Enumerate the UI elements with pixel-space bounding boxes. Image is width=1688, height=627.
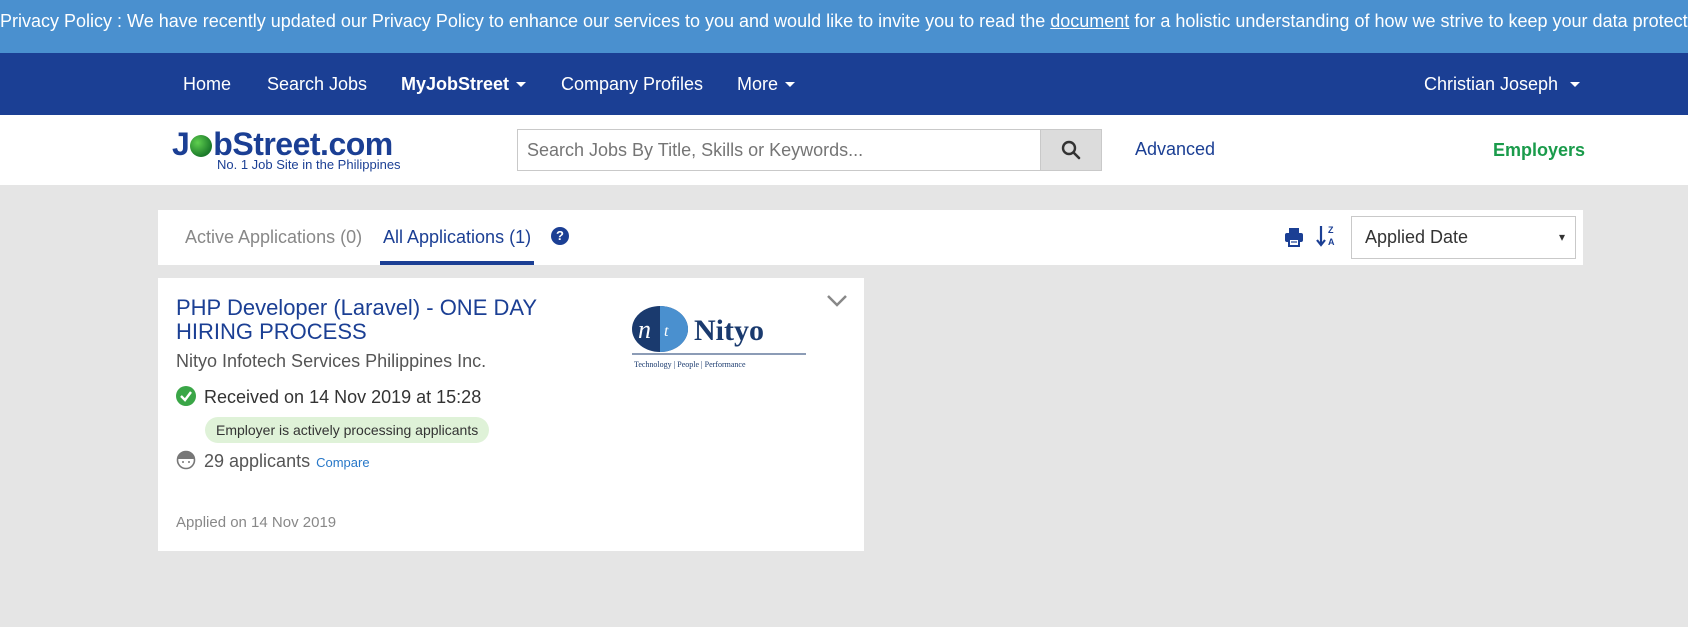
applicants-count: 29 applicants Compare xyxy=(176,450,370,472)
nav-myjobstreet-label: MyJobStreet xyxy=(401,74,510,94)
nav-company-profiles[interactable]: Company Profiles xyxy=(561,53,703,115)
svg-text:t: t xyxy=(664,323,669,340)
globe-icon xyxy=(190,135,213,157)
caret-down-icon xyxy=(1570,81,1581,87)
user-name: Christian Joseph xyxy=(1424,74,1559,94)
nav-myjobstreet[interactable]: MyJobStreet xyxy=(401,53,527,115)
nav-user-menu[interactable]: Christian Joseph xyxy=(1424,53,1581,115)
sort-by-value: Applied Date xyxy=(1365,227,1469,247)
job-title-link[interactable]: PHP Developer (Laravel) - ONE DAY HIRING… xyxy=(176,296,596,344)
advanced-search-link[interactable]: Advanced xyxy=(1135,139,1215,160)
site-header: JbStreet.com No. 1 Job Site in the Phili… xyxy=(0,115,1688,185)
logo-tagline: No. 1 Job Site in the Philippines xyxy=(217,157,401,172)
tab-all-applications[interactable]: All Applications (1) xyxy=(380,210,535,265)
sort-alpha-icon[interactable]: ZA xyxy=(1316,224,1338,253)
caret-down-icon xyxy=(516,81,527,87)
caret-down-icon xyxy=(785,81,796,87)
employers-link[interactable]: Employers xyxy=(1493,140,1585,161)
sort-by-select[interactable]: Applied Date ▾ xyxy=(1351,216,1576,259)
compare-link[interactable]: Compare xyxy=(316,455,369,470)
check-circle-icon xyxy=(176,386,196,406)
received-status: Received on 14 Nov 2019 at 15:28 xyxy=(176,386,481,408)
nav-more-label: More xyxy=(737,74,779,94)
nav-home[interactable]: Home xyxy=(183,53,231,115)
help-icon[interactable]: ? xyxy=(551,227,569,245)
logo-wordmark: JbStreet.com xyxy=(172,126,393,162)
svg-text:Z: Z xyxy=(1328,225,1334,235)
status-badge: Employer is actively processing applican… xyxy=(205,417,490,443)
applied-date: Applied on 14 Nov 2019 xyxy=(176,514,337,531)
tab-active-applications[interactable]: Active Applications (0) xyxy=(185,210,362,265)
received-text: Received on 14 Nov 2019 at 15:28 xyxy=(204,387,482,407)
applications-tabs-bar: Active Applications (0) All Applications… xyxy=(158,210,1583,265)
privacy-banner: Privacy Policy : We have recently update… xyxy=(0,0,1688,53)
company-name: Nityo Infotech Services Philippines Inc. xyxy=(176,351,487,371)
application-card: PHP Developer (Laravel) - ONE DAY HIRING… xyxy=(158,278,864,551)
dropdown-arrow-icon: ▾ xyxy=(1558,230,1565,244)
applicants-text: 29 applicants xyxy=(204,451,311,471)
svg-text:A: A xyxy=(1328,237,1335,247)
search-button[interactable] xyxy=(1040,129,1102,171)
chevron-down-icon[interactable] xyxy=(826,294,848,313)
jobstreet-logo[interactable]: JbStreet.com No. 1 Job Site in the Phili… xyxy=(172,126,422,173)
top-nav: Home Search Jobs MyJobStreet Company Pro… xyxy=(0,53,1688,115)
svg-text:Nityo: Nityo xyxy=(694,314,764,347)
privacy-document-link[interactable]: document xyxy=(1050,11,1129,31)
privacy-text-after: for a holistic understanding of how we s… xyxy=(1134,11,1688,31)
svg-text:Technology | People | Perf: Technology | People | Performance xyxy=(634,360,746,369)
nav-search-jobs[interactable]: Search Jobs xyxy=(267,53,367,115)
print-icon[interactable] xyxy=(1284,227,1304,252)
privacy-text-before: Privacy Policy : We have recently update… xyxy=(0,11,1046,31)
nav-more[interactable]: More xyxy=(737,53,796,115)
search-icon xyxy=(1061,140,1081,160)
person-icon xyxy=(176,450,196,470)
search-input[interactable] xyxy=(517,129,1041,171)
svg-text:n: n xyxy=(638,315,651,344)
company-logo: n t Nityo Technology | People | Performa… xyxy=(630,300,808,372)
